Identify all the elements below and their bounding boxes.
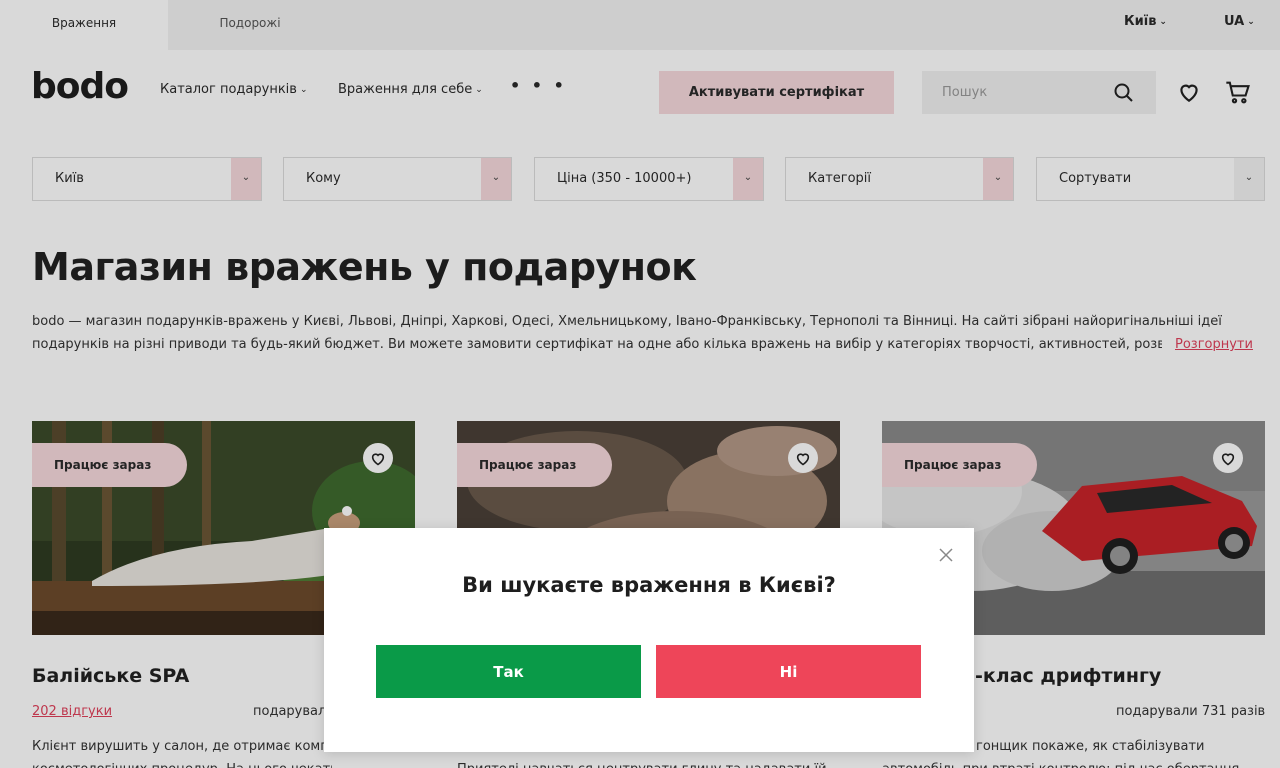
close-icon[interactable] [937,546,955,564]
no-button[interactable]: Ні [656,645,921,698]
yes-button[interactable]: Так [376,645,641,698]
modal-question: Ви шукаєте враження в Києві? [462,573,836,597]
city-confirm-modal: Ви шукаєте враження в Києві? Так Ні [324,528,974,752]
